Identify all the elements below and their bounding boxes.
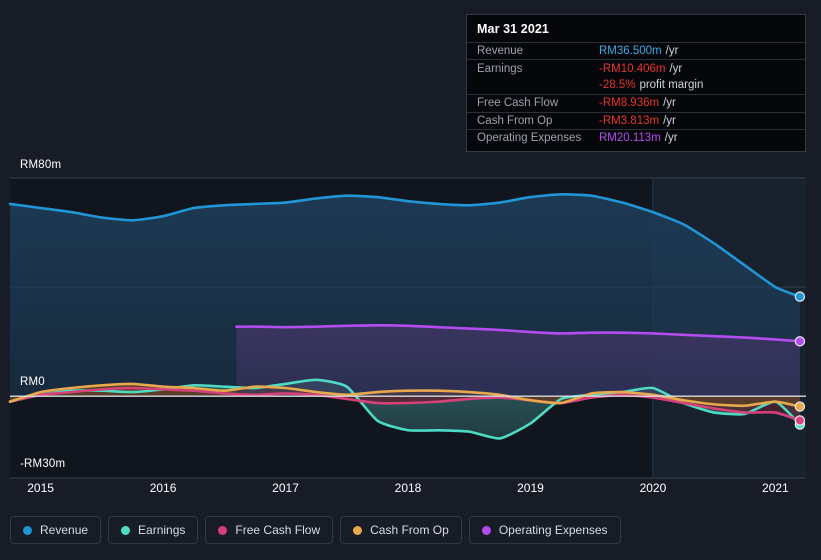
- tooltip-row: Operating Expenses RM20.113m/yr: [467, 128, 805, 146]
- tooltip-row-label: Revenue: [477, 45, 524, 58]
- endpoint-marker-operating-expenses: [794, 336, 806, 347]
- legend-item-cash-from-op[interactable]: Cash From Op: [340, 516, 462, 544]
- tooltip-row-unit: /yr: [663, 97, 676, 110]
- tooltip-row-unit: /yr: [664, 132, 678, 145]
- legend-item-label: Revenue: [40, 523, 89, 537]
- chart-legend: Revenue Earnings Free Cash Flow Cash From O…: [10, 516, 621, 544]
- x-axis-tick-2021: 2021: [762, 481, 789, 495]
- tooltip-date: Mar 31 2021: [477, 22, 549, 36]
- endpoint-marker-revenue: [794, 291, 806, 302]
- x-axis-tick-2020: 2020: [639, 481, 667, 495]
- data-tooltip: Mar 31 2021 Revenue RM36.500m/yr Earnings -…: [466, 14, 806, 152]
- tooltip-row-unit: /yr: [665, 45, 679, 58]
- x-axis-tick-2019: 2019: [517, 481, 544, 495]
- tooltip-row-value: -RM10.406m: [599, 62, 666, 75]
- tooltip-row-unit: /yr: [663, 114, 676, 127]
- tooltip-row-label: Earnings: [477, 62, 523, 75]
- legend-color-dot-icon: [121, 525, 131, 535]
- legend-item-free-cash-flow[interactable]: Free Cash Flow: [205, 516, 334, 544]
- x-axis-tick-2017: 2017: [272, 481, 299, 495]
- legend-color-dot-icon: [23, 525, 32, 535]
- tooltip-row: Revenue RM36.500m/yr: [467, 42, 805, 59]
- x-axis-tick-2016: 2016: [149, 481, 177, 495]
- tooltip-row-label: Free Cash Flow: [477, 97, 559, 110]
- legend-item-revenue[interactable]: Revenue: [10, 516, 102, 544]
- legend-item-label: Cash From Op: [370, 523, 449, 537]
- legend-item-operating-expenses[interactable]: Operating Expenses: [468, 516, 621, 544]
- legend-color-dot-icon: [218, 525, 228, 535]
- tooltip-row: Earnings -RM10.406m/yr: [467, 59, 805, 76]
- y-axis-label-zero: RM0: [20, 376, 45, 388]
- tooltip-row-value: -RM3.813m: [599, 114, 660, 127]
- tooltip-row-label: Operating Expenses: [477, 132, 582, 145]
- tooltip-row-unit: /yr: [669, 62, 683, 75]
- legend-item-label: Free Cash Flow: [235, 523, 321, 537]
- endpoint-marker-free-cash-flow: [794, 415, 806, 426]
- tooltip-row: Free Cash Flow -RM8.936m/yr: [467, 94, 805, 111]
- x-axis-tick-2015: 2015: [27, 481, 54, 495]
- tooltip-row: Cash From Op -RM3.813m/yr: [467, 111, 805, 129]
- legend-color-dot-icon: [481, 525, 491, 535]
- tooltip-row-subtext: profit margin: [639, 79, 704, 92]
- tooltip-rows: Revenue RM36.500m/yr Earnings -RM10.406m/yr…: [467, 42, 805, 146]
- tooltip-row: -28.5% profit margin: [467, 77, 805, 94]
- tooltip-row-value: -28.5%: [599, 79, 636, 92]
- tooltip-row-value: RM36.500m: [599, 45, 662, 58]
- tooltip-row-value: -RM8.936m: [599, 97, 660, 110]
- legend-item-earnings[interactable]: Earnings: [108, 516, 199, 544]
- y-axis-label-top: RM80m: [20, 159, 62, 171]
- tooltip-row-value: RM20.113m: [599, 132, 661, 145]
- legend-item-label: Earnings: [138, 523, 186, 537]
- tooltip-row-label: Cash From Op: [477, 114, 553, 127]
- financial-chart-screen: RM80m RM0 -RM30m 2015 2016 2017 2018 2019 202…: [0, 0, 821, 560]
- legend-color-dot-icon: [353, 525, 363, 535]
- endpoint-marker-cash-from-op: [794, 401, 806, 412]
- y-axis-label-bottom: -RM30m: [20, 458, 66, 470]
- x-axis-tick-2018: 2018: [394, 481, 422, 495]
- legend-item-label: Operating Expenses: [498, 523, 608, 537]
